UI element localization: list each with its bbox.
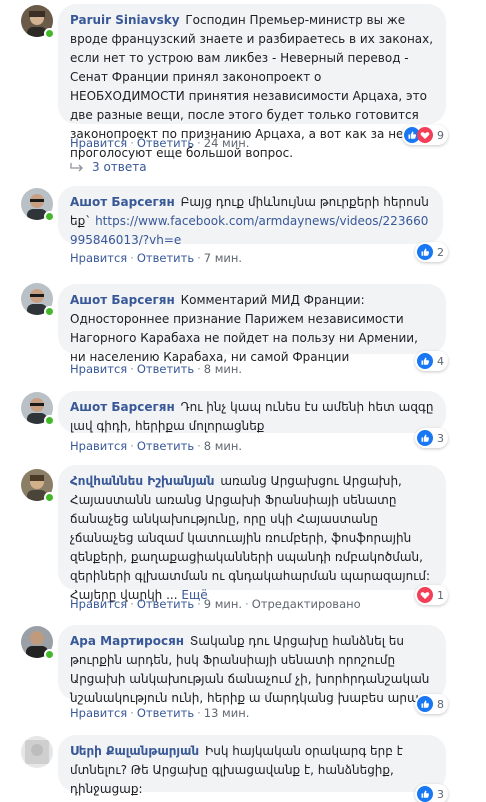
reaction-count: 1 [437,588,444,602]
comment-author[interactable]: Սերի Քալանթարյան [70,744,199,758]
like-button[interactable]: Нравится [70,706,127,720]
comment-link[interactable]: https://www.facebook.com/armdaynews/vide… [70,214,428,247]
comment-bubble: Ашот Барсегян Բայց դուք միևնույնա թուրքե… [58,186,443,247]
comment-author[interactable]: Հովհաննես Իշխանյան [70,474,215,488]
reply-button[interactable]: Ответить [137,251,194,265]
comment-time[interactable]: 9 мин. [204,597,242,611]
comment-bubble: Ашот Барсегян Комментарий МИД Франции: О… [58,284,446,364]
reply-button[interactable]: Ответить [137,362,194,376]
comment-author[interactable]: Ара Мартиросян [70,634,184,648]
comment-text: առանց Արցախցու Արցախի, Հայաստանն առանց Ա… [70,474,431,602]
like-button[interactable]: Нравится [70,597,127,611]
comment-actions: Нравится · Ответить · 8 мин. [70,362,243,376]
comment-actions: Нравится · Ответить · 9 мин. · Отредактировано [70,597,361,611]
like-button[interactable]: Нравится [70,251,127,265]
like-button[interactable]: Нравится [70,136,127,150]
edited-label[interactable]: Отредактировано [252,597,361,611]
reply-button[interactable]: Ответить [137,439,194,453]
avatar[interactable] [21,469,55,503]
replies-count-label[interactable]: 3 ответа [92,160,147,174]
comment-author[interactable]: Ашот Барсегян [70,293,175,307]
avatar-image [21,736,53,768]
comment-time[interactable]: 8 мин. [204,439,242,453]
like-reaction-icon [417,244,433,260]
online-status-dot [44,415,55,426]
comment-actions: Нравится · Ответить · 13 мин. [70,706,250,720]
reaction-summary[interactable]: 9 [402,125,448,145]
comment-time[interactable]: 24 мин. [204,136,250,150]
comment-actions: Нравится · Ответить · 8 мин. [70,439,243,453]
avatar[interactable] [21,5,55,39]
avatar[interactable] [21,283,55,317]
view-replies-link[interactable]: 3 ответа [70,160,147,174]
love-reaction-icon [417,587,433,603]
like-button[interactable]: Нравится [70,362,127,376]
avatar[interactable] [21,736,53,768]
like-button[interactable]: Нравится [70,439,127,453]
reaction-count: 8 [437,697,444,711]
comment-bubble: Հովհաննես Իշխանյան առանց Արցախցու Արցախի… [58,465,446,602]
comment-feed: Paruir Siniavsky Господин Премьер-минист… [0,0,486,802]
reaction-summary[interactable]: 4 [415,351,448,371]
like-reaction-icon [417,786,433,802]
reply-button[interactable]: Ответить [137,706,194,720]
reaction-summary[interactable]: 1 [415,585,448,605]
comment-actions: Нравится · Ответить · 7 мин. [70,251,243,265]
comment-time[interactable]: 7 мин. [204,251,242,265]
comment-author[interactable]: Paruir Siniavsky [70,13,180,27]
reaction-count: 3 [437,431,444,445]
online-status-dot [44,492,55,503]
comment-bubble: Paruir Siniavsky Господин Премьер-минист… [58,4,446,160]
comment-bubble: Ашот Барсегян Դու ինչ կապ ունես էս ամենի… [58,391,446,433]
reaction-count: 9 [437,128,444,142]
like-reaction-icon [417,696,433,712]
avatar[interactable] [21,392,55,426]
online-status-dot [44,306,55,317]
online-status-dot [44,28,55,39]
online-status-dot [44,649,55,660]
comment-author[interactable]: Ашот Барсегян [70,195,175,209]
reaction-summary[interactable]: 3 [415,784,448,802]
love-reaction-icon [417,127,433,143]
comment-author[interactable]: Ашот Барсегян [70,400,175,414]
online-status-dot [44,211,55,222]
like-reaction-icon [417,430,433,446]
reaction-summary[interactable]: 2 [415,242,448,262]
avatar[interactable] [21,626,55,660]
like-reaction-icon [417,353,433,369]
reply-arrow-icon [70,163,83,172]
reaction-summary[interactable]: 8 [415,694,448,714]
reaction-summary[interactable]: 3 [415,428,448,448]
reaction-count: 4 [437,354,444,368]
avatar[interactable] [21,188,55,222]
comment-bubble: Ара Мартиросян Տականք դու Արցախը հանձնել… [58,625,446,705]
comment-time[interactable]: 8 мин. [204,362,242,376]
comment-bubble: Սերի Քալանթարյան Իսկ հայկական օրակարգ եր… [58,735,446,796]
reply-button[interactable]: Ответить [137,136,194,150]
reaction-count: 3 [437,787,444,801]
reaction-count: 2 [437,245,444,259]
comment-actions: Нравится · Ответить · 24 мин. [70,136,250,150]
reply-button[interactable]: Ответить [137,597,194,611]
comment-time[interactable]: 13 мин. [204,706,250,720]
